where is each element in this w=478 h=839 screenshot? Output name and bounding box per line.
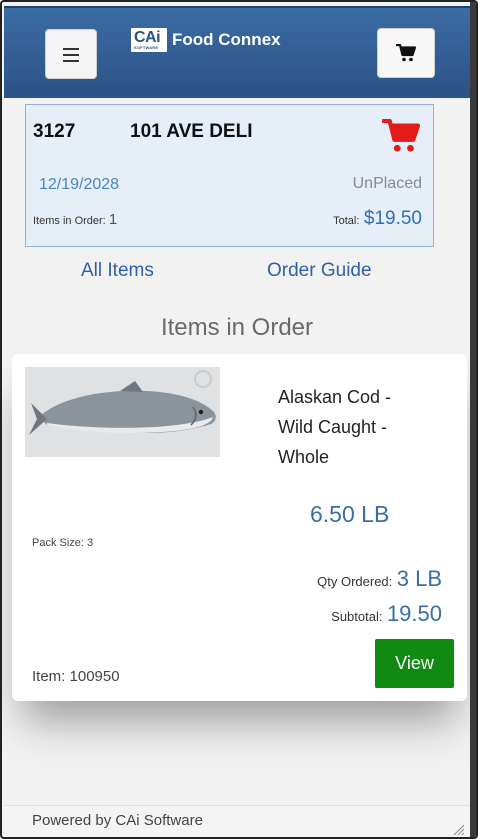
view-button[interactable]: View [375,639,454,688]
app-frame: CAi SOFTWARE Food Connex 3127 101 AVE DE… [0,0,478,839]
order-status: UnPlaced [352,175,422,192]
menu-button[interactable] [45,29,97,79]
order-total-label: Total: [333,215,360,227]
product-name-line-2: Wild Caught - [278,417,388,437]
product-name[interactable]: Alaskan Cod - Wild Caught - Whole [278,382,428,472]
customer-name: 101 AVE DELI [130,121,253,142]
logo-sub: SOFTWARE [134,45,159,50]
logo-brand: CAi [134,29,161,46]
cart-icon [396,44,416,62]
section-title: Items in Order [160,314,314,341]
pack-size: Pack Size: 3 [32,537,94,549]
footer-text: Powered by CAi Software [32,812,203,829]
resize-grip-icon[interactable] [452,823,464,835]
header-bar: CAi SOFTWARE Food Connex [4,6,472,98]
window-edge [470,2,476,837]
qty-ordered-label: Qty Ordered: [317,574,393,589]
subtotal-value: 19.50 [386,601,442,626]
items-in-order: Items in Order: 1 [33,211,117,228]
order-date: 12/19/2028 [39,176,120,193]
all-items-link[interactable]: All Items [81,260,154,282]
subtotal: Subtotal: 19.50 [331,601,442,627]
app-name: Food Connex [172,30,281,49]
cart-button[interactable] [377,28,435,78]
product-weight: 6.50 LB [310,501,390,527]
qty-ordered-value: 3 LB [396,566,442,591]
order-cart-icon[interactable] [382,118,421,158]
product-name-line-1: Alaskan Cod - [278,387,392,407]
qty-ordered: Qty Ordered: 3 LB [317,566,442,592]
order-total: Total: $19.50 [333,208,422,230]
order-item-card: Alaskan Cod - Wild Caught - Whole 6.50 L… [12,354,467,701]
subtotal-label: Subtotal: [331,609,383,624]
order-guide-link[interactable]: Order Guide [267,260,372,282]
items-in-order-count: 1 [108,211,118,228]
order-total-value: $19.50 [363,208,422,229]
items-in-order-label: Items in Order: [33,215,106,227]
app-logo: CAi SOFTWARE Food Connex [131,28,281,58]
hamburger-icon [63,46,79,62]
product-image[interactable] [25,367,220,457]
cai-logo-mark: CAi SOFTWARE [131,28,167,52]
order-summary-card[interactable]: 3127 101 AVE DELI 12/19/2028 UnPlaced It… [25,104,434,247]
order-number: 3127 [33,121,76,142]
item-number: Item: 100950 [32,668,120,685]
product-name-line-3: Whole [278,447,330,467]
footer: Powered by CAi Software [4,805,472,837]
